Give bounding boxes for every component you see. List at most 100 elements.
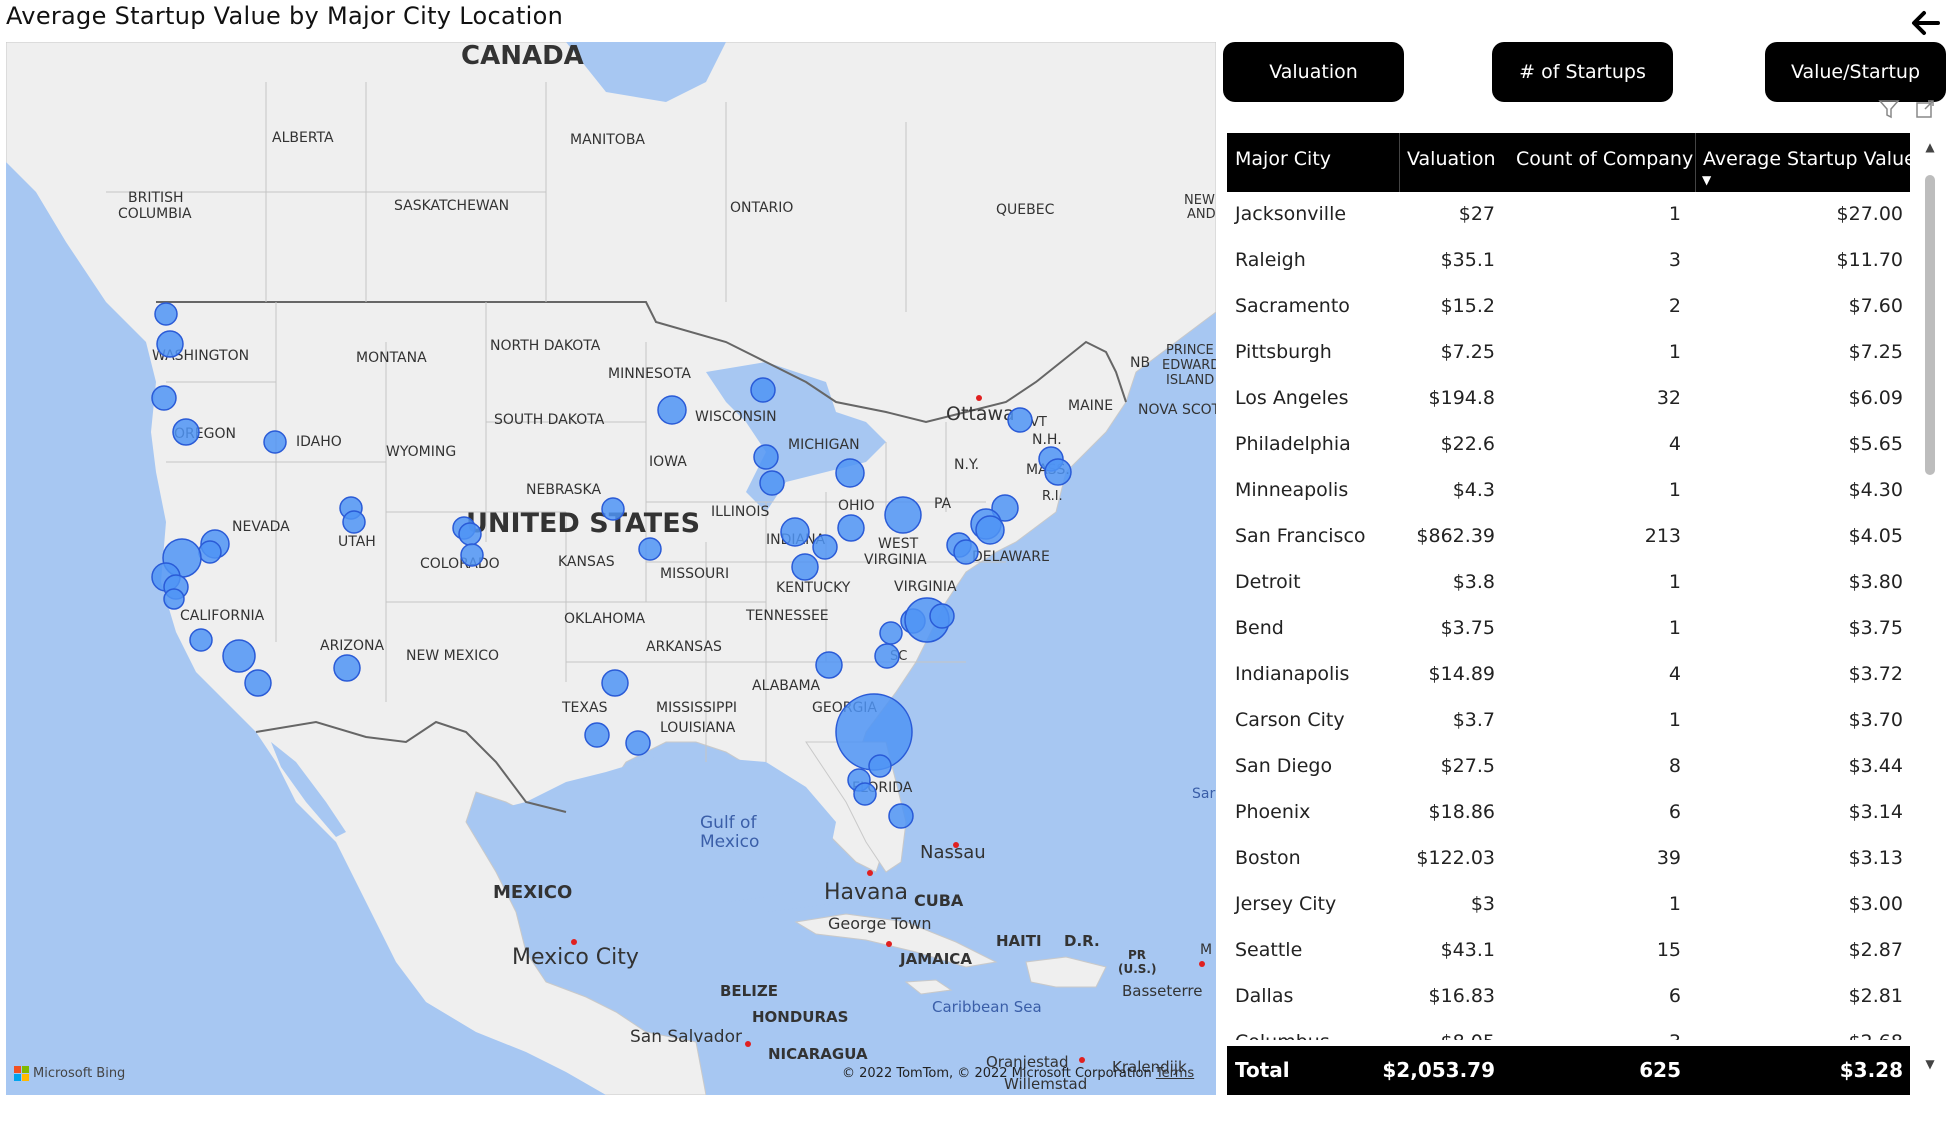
- value-per-startup-button[interactable]: Value/Startup: [1765, 42, 1946, 102]
- city-bubble[interactable]: [154, 302, 178, 326]
- city-bubble[interactable]: [601, 669, 629, 697]
- city-bubble[interactable]: [222, 639, 256, 673]
- city-bubble[interactable]: [172, 418, 200, 446]
- city-bubble[interactable]: [657, 395, 687, 425]
- table-scrollbar[interactable]: ▲ ▼: [1921, 140, 1939, 1075]
- table-row[interactable]: Columbus $8.05 3 $2.68: [1227, 1020, 1910, 1040]
- city-bubble[interactable]: [263, 430, 287, 454]
- table-row[interactable]: San Francisco $862.39 213 $4.05: [1227, 514, 1910, 560]
- filter-icon[interactable]: [1878, 98, 1900, 120]
- cell-count: 39: [1656, 847, 1681, 869]
- city-bubble[interactable]: [888, 803, 914, 829]
- city-bubble[interactable]: [884, 496, 922, 534]
- cell-city: Minneapolis: [1235, 479, 1349, 501]
- cell-valuation: $3.75: [1440, 617, 1495, 639]
- city-bubble[interactable]: [975, 515, 1005, 545]
- table-total-row: Total $2,053.79 625 $3.28: [1227, 1046, 1910, 1095]
- cell-city: Bend: [1235, 617, 1284, 639]
- city-bubble[interactable]: [601, 497, 625, 521]
- city-bubble[interactable]: [1044, 458, 1072, 486]
- city-bubble[interactable]: [750, 377, 776, 403]
- header-count-of-company[interactable]: Count of Company: [1516, 148, 1693, 170]
- city-bubble[interactable]: [1007, 407, 1033, 433]
- scroll-up-icon[interactable]: ▲: [1921, 140, 1939, 158]
- city-bubble[interactable]: [198, 540, 222, 564]
- focus-mode-icon[interactable]: [1914, 98, 1936, 120]
- cell-valuation: $15.2: [1440, 295, 1495, 317]
- city-bubble[interactable]: [156, 330, 184, 358]
- table-row[interactable]: Indianapolis $14.89 4 $3.72: [1227, 652, 1910, 698]
- table-row[interactable]: Sacramento $15.2 2 $7.60: [1227, 284, 1910, 330]
- cell-average: $7.60: [1848, 295, 1903, 317]
- table-row[interactable]: Boston $122.03 39 $3.13: [1227, 836, 1910, 882]
- city-bubble[interactable]: [812, 534, 838, 560]
- city-bubble[interactable]: [458, 522, 482, 546]
- cell-count: 6: [1668, 801, 1681, 823]
- table-row[interactable]: Jacksonville $27 1 $27.00: [1227, 192, 1910, 238]
- scroll-down-icon[interactable]: ▼: [1921, 1057, 1939, 1075]
- city-bubble[interactable]: [584, 722, 610, 748]
- table-row[interactable]: Seattle $43.1 15 $2.87: [1227, 928, 1910, 974]
- cell-average: $6.09: [1848, 387, 1903, 409]
- cell-valuation: $4.3: [1452, 479, 1495, 501]
- cell-city: Jacksonville: [1235, 203, 1347, 225]
- city-bubble[interactable]: [189, 628, 213, 652]
- city-bubble[interactable]: [638, 537, 662, 561]
- table-row[interactable]: Los Angeles $194.8 32 $6.09: [1227, 376, 1910, 422]
- cell-valuation: $16.83: [1428, 985, 1495, 1007]
- valuation-button[interactable]: Valuation: [1223, 42, 1404, 102]
- startup-table: Major City Valuation Count of Company Av…: [1227, 133, 1910, 1095]
- table-row[interactable]: San Diego $27.5 8 $3.44: [1227, 744, 1910, 790]
- startups-count-button[interactable]: # of Startups: [1492, 42, 1673, 102]
- table-row[interactable]: Carson City $3.7 1 $3.70: [1227, 698, 1910, 744]
- table-row[interactable]: Pittsburgh $7.25 1 $7.25: [1227, 330, 1910, 376]
- cell-valuation: $8.05: [1441, 1031, 1495, 1040]
- cell-city: Raleigh: [1235, 249, 1306, 271]
- cell-city: Indianapolis: [1235, 663, 1350, 685]
- city-bubble[interactable]: [879, 621, 903, 645]
- city-bubble[interactable]: [791, 553, 819, 581]
- city-bubble[interactable]: [151, 385, 177, 411]
- city-bubble[interactable]: [815, 651, 843, 679]
- cell-count: 3: [1669, 1031, 1681, 1040]
- table-row[interactable]: Dallas $16.83 6 $2.81: [1227, 974, 1910, 1020]
- city-bubble[interactable]: [868, 754, 892, 778]
- city-bubble[interactable]: [780, 517, 810, 547]
- city-bubble[interactable]: [244, 669, 272, 697]
- city-bubble[interactable]: [929, 603, 955, 629]
- city-bubble[interactable]: [753, 444, 779, 470]
- table-row[interactable]: Minneapolis $4.3 1 $4.30: [1227, 468, 1910, 514]
- city-bubble[interactable]: [342, 510, 366, 534]
- city-bubble[interactable]: [625, 730, 651, 756]
- cell-valuation: $27: [1458, 203, 1495, 225]
- table-row[interactable]: Philadelphia $22.6 4 $5.65: [1227, 422, 1910, 468]
- cell-average: $11.70: [1836, 249, 1903, 271]
- city-bubble[interactable]: [333, 654, 361, 682]
- cell-valuation: $122.03: [1416, 847, 1495, 869]
- city-bubble[interactable]: [163, 588, 185, 610]
- header-major-city[interactable]: Major City: [1235, 148, 1331, 170]
- city-bubble[interactable]: [953, 539, 979, 565]
- city-bubble[interactable]: [759, 470, 785, 496]
- table-row[interactable]: Bend $3.75 1 $3.75: [1227, 606, 1910, 652]
- city-bubble[interactable]: [874, 643, 900, 669]
- table-row[interactable]: Jersey City $3 1 $3.00: [1227, 882, 1910, 928]
- back-button[interactable]: [1908, 8, 1942, 38]
- table-row[interactable]: Detroit $3.8 1 $3.80: [1227, 560, 1910, 606]
- bubbles-layer[interactable]: [6, 42, 1216, 1095]
- terms-link[interactable]: Terms: [1156, 1066, 1194, 1081]
- table-row[interactable]: Phoenix $18.86 6 $3.14: [1227, 790, 1910, 836]
- city-bubble[interactable]: [835, 458, 865, 488]
- header-average-startup-value[interactable]: Average Startup Value: [1703, 148, 1910, 170]
- cell-count: 213: [1644, 525, 1681, 547]
- city-bubble[interactable]: [460, 543, 484, 567]
- table-row[interactable]: Raleigh $35.1 3 $11.70: [1227, 238, 1910, 284]
- city-bubble[interactable]: [853, 782, 877, 806]
- city-bubble[interactable]: [837, 514, 865, 542]
- bubble-map[interactable]: CANADA UNITED STATES MEXICO ALBERTA BRIT…: [6, 42, 1216, 1095]
- scroll-thumb[interactable]: [1925, 175, 1935, 475]
- cell-count: 1: [1668, 479, 1681, 501]
- cell-average: $2.68: [1849, 1031, 1903, 1040]
- header-valuation[interactable]: Valuation: [1407, 148, 1496, 170]
- cell-count: 2: [1668, 295, 1681, 317]
